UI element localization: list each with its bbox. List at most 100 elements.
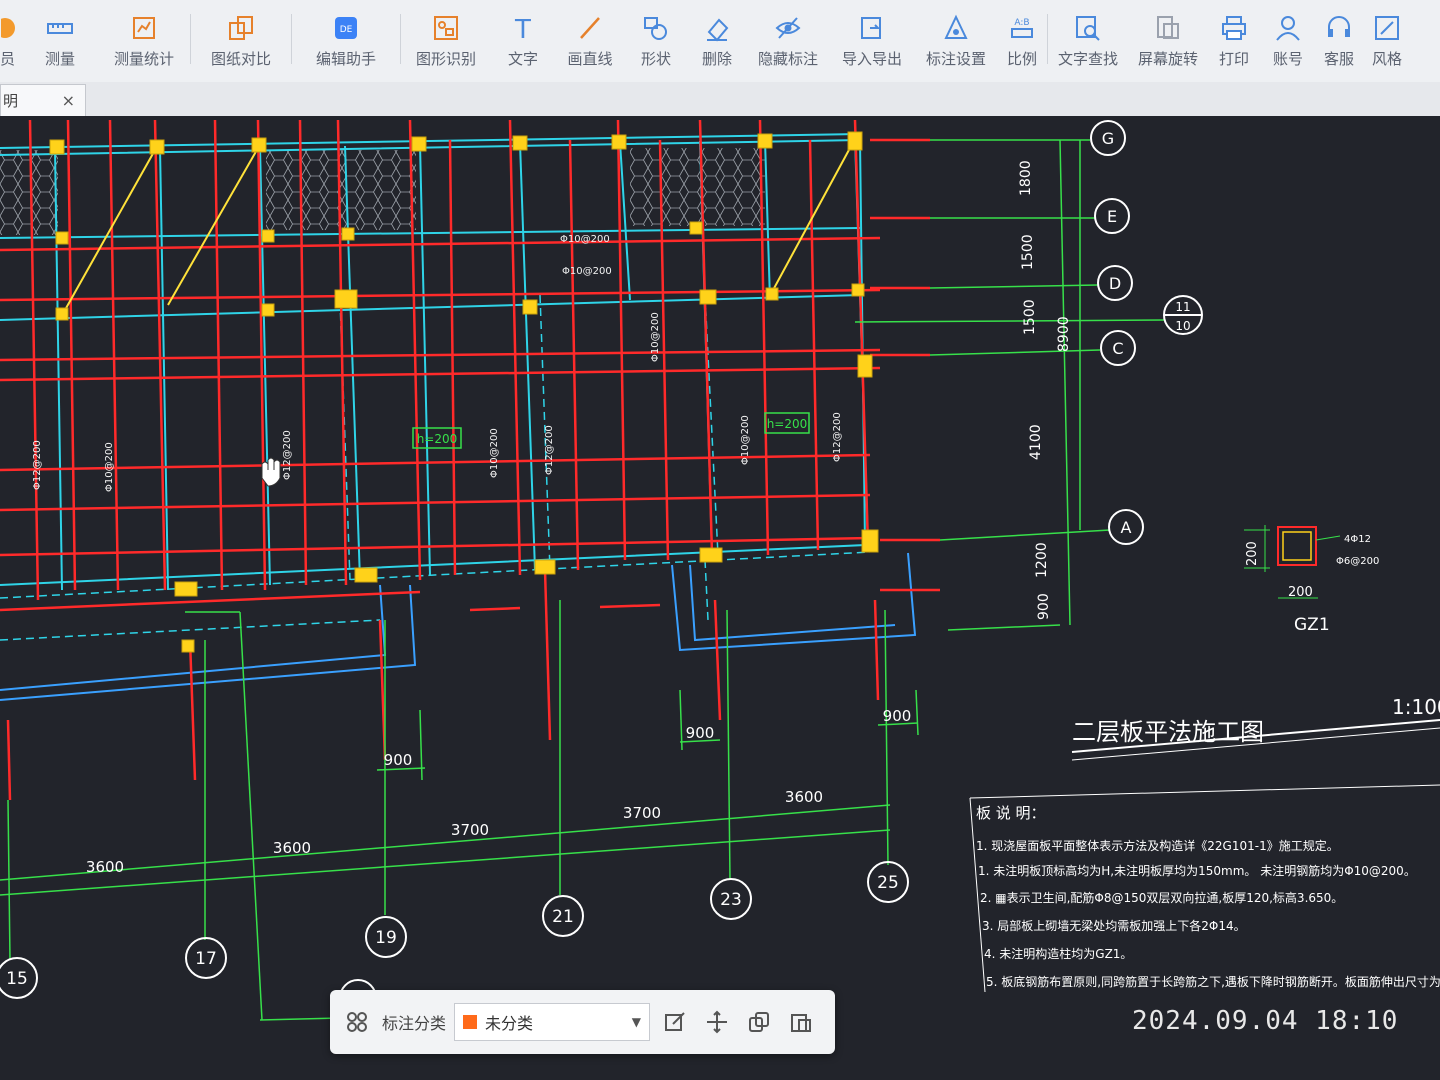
toilet-hatch-zone: [0, 150, 58, 235]
main-toolbar: 员 测量 测量统计 图纸对比 DE 编辑助手 图形识别 T 文字 画直线 形状 …: [0, 0, 1440, 83]
grid-menu-icon[interactable]: [340, 1005, 374, 1039]
toolbar-label: 导入导出: [841, 50, 902, 68]
svg-text:3600: 3600: [273, 839, 311, 857]
toolbar-import-export[interactable]: 导入导出: [829, 0, 915, 68]
svg-text:Φ10@200: Φ10@200: [560, 234, 610, 245]
svg-text:1200: 1200: [1034, 542, 1050, 578]
svg-text:h=200: h=200: [417, 432, 458, 446]
column-axis-labels: 15 17 19 21 23 25: [6, 873, 899, 989]
document-tab[interactable]: 明 ×: [0, 84, 86, 116]
svg-text:900: 900: [1036, 593, 1052, 620]
compare-icon: [226, 14, 256, 42]
category-color-swatch: [463, 1015, 478, 1029]
toolbar-measure[interactable]: 测量: [22, 0, 98, 68]
svg-text:1. 现浇屋面板平面整体表示方法及构造详《22G101-1》: 1. 现浇屋面板平面整体表示方法及构造详《22G101-1》施工规定。: [976, 838, 1339, 853]
toolbar-draw-line[interactable]: 画直线: [555, 0, 625, 68]
svg-text:3600: 3600: [86, 858, 124, 876]
toolbar-account[interactable]: 账号: [1260, 0, 1316, 68]
svg-text:h=200: h=200: [767, 417, 808, 431]
drawing-canvas[interactable]: G E D C A 11 10 1800 1500 1500 4100 1200…: [0, 116, 1440, 1080]
svg-text:T: T: [514, 15, 531, 42]
row-dimensions: 1800 1500 1500 4100 1200 900 8900: [1018, 160, 1072, 620]
toolbar-label: 账号: [1272, 50, 1303, 68]
svg-text:2. ▦表示卫生间,配筋Φ8@150双层双向拉通,板厚120: 2. ▦表示卫生间,配筋Φ8@150双层双向拉通,板厚120,标高3.650。: [980, 890, 1343, 905]
text-icon: T: [508, 14, 538, 42]
toolbar-item-cut[interactable]: 员: [0, 0, 22, 68]
toolbar-rotate-screen[interactable]: 屏幕旋转: [1128, 0, 1208, 68]
svg-text:900: 900: [883, 707, 912, 725]
svg-text:Φ12@200: Φ12@200: [32, 440, 43, 490]
toolbar-label: 画直线: [567, 50, 613, 68]
svg-text:8900: 8900: [1056, 316, 1072, 352]
notes-header: 板 说 明：: [976, 804, 1046, 822]
document-tab-bar: 明 ×: [0, 82, 1440, 117]
rebar-annotations: Φ10@200 Φ10@200 Φ12@200 Φ10@200 Φ12@200 …: [32, 234, 843, 492]
column-dimensions: 3600 3600 3700 3700 3600 900 900 900: [86, 707, 911, 876]
toolbar-label: 标注设置: [925, 50, 986, 68]
svg-text:3700: 3700: [623, 804, 661, 822]
edit-icon[interactable]: [658, 1005, 692, 1039]
svg-text:Φ10@200: Φ10@200: [562, 266, 612, 277]
svg-text:1. 未注明板顶标高均为H,未注明板厚均为150mm。 未注: 1. 未注明板顶标高均为H,未注明板厚均为150mm。 未注明钢筋均为Φ10@2…: [978, 863, 1416, 878]
drawing-scale: 1:100: [1392, 695, 1440, 719]
toolbar-label: 图纸对比: [210, 50, 271, 68]
toolbar-label: 隐藏标注: [757, 50, 818, 68]
toolbar-hide-annotations[interactable]: 隐藏标注: [747, 0, 829, 68]
drawing-title: 二层板平法施工图: [1072, 718, 1264, 746]
svg-text:1800: 1800: [1018, 160, 1034, 196]
svg-text:Φ6@200: Φ6@200: [1336, 556, 1379, 567]
eraser-icon: [702, 14, 732, 42]
svg-text:Φ12@200: Φ12@200: [832, 412, 843, 462]
toolbar-text-search[interactable]: 文字查找: [1048, 0, 1128, 68]
toolbar-scale[interactable]: A:B 比例: [997, 0, 1047, 68]
toolbar-measure-stats[interactable]: 测量统计: [98, 0, 190, 68]
annotation-category-label: 标注分类: [382, 1014, 447, 1033]
copy-icon[interactable]: [742, 1005, 776, 1039]
toolbar-text[interactable]: T 文字: [491, 0, 555, 68]
toolbar-delete[interactable]: 删除: [687, 0, 747, 68]
import-export-icon: [857, 14, 887, 42]
svg-text:Φ10@200: Φ10@200: [489, 428, 500, 478]
svg-text:E: E: [1107, 207, 1117, 226]
annotation-category-select[interactable]: 未分类 ▼: [454, 1003, 651, 1041]
eye-off-icon: [773, 14, 803, 42]
svg-text:900: 900: [686, 724, 715, 742]
toolbar-support[interactable]: 客服: [1316, 0, 1362, 68]
toolbar-label: 风格: [1371, 50, 1402, 68]
svg-text:DE: DE: [340, 25, 353, 35]
svg-text:11: 11: [1175, 300, 1190, 314]
toolbar-print[interactable]: 打印: [1208, 0, 1260, 68]
ruler-icon: [45, 14, 75, 42]
toolbar-label: 文字查找: [1057, 50, 1118, 68]
svg-text:900: 900: [384, 751, 413, 769]
svg-text:5. 板底钢筋布置原则,同跨筋置于长跨筋之下,遇板下降时钢筋: 5. 板底钢筋布置原则,同跨筋置于长跨筋之下,遇板下降时钢筋断开。板面筋伸出尺寸…: [986, 974, 1440, 989]
svg-text:4. 未注明构造柱均为GZ1。: 4. 未注明构造柱均为GZ1。: [984, 946, 1132, 961]
style-icon: [1372, 14, 1402, 42]
svg-text:200: 200: [1288, 585, 1313, 600]
toolbar-label: 形状: [640, 50, 671, 68]
svg-text:17: 17: [195, 949, 217, 969]
svg-text:10: 10: [1175, 319, 1190, 333]
svg-text:G: G: [1102, 129, 1114, 148]
paste-icon[interactable]: [784, 1005, 818, 1039]
toolbar-annotation-settings[interactable]: 标注设置: [915, 0, 997, 68]
edit-assistant-icon: DE: [331, 14, 361, 42]
svg-text:1500: 1500: [1022, 299, 1038, 335]
toolbar-label: 测量: [44, 50, 75, 68]
toolbar-shape-recognition[interactable]: 图形识别: [401, 0, 491, 68]
headset-icon: [1324, 14, 1354, 42]
stats-icon: [129, 14, 159, 42]
toolbar-style[interactable]: 风格: [1362, 0, 1412, 68]
toolbar-label: 编辑助手: [315, 50, 376, 68]
toolbar-compare[interactable]: 图纸对比: [191, 0, 291, 68]
toolbar-edit-assistant[interactable]: DE 编辑助手: [292, 0, 400, 68]
toolbar-shape[interactable]: 形状: [625, 0, 687, 68]
toolbar-label: 删除: [701, 50, 732, 68]
toolbar-label: 图形识别: [415, 50, 476, 68]
chevron-down-icon: ▼: [631, 1015, 642, 1029]
line-icon: [575, 14, 605, 42]
toolbar-label: 员: [0, 50, 16, 68]
close-icon[interactable]: ×: [62, 91, 75, 110]
shape-icon: [641, 14, 671, 42]
move-icon[interactable]: [700, 1005, 734, 1039]
